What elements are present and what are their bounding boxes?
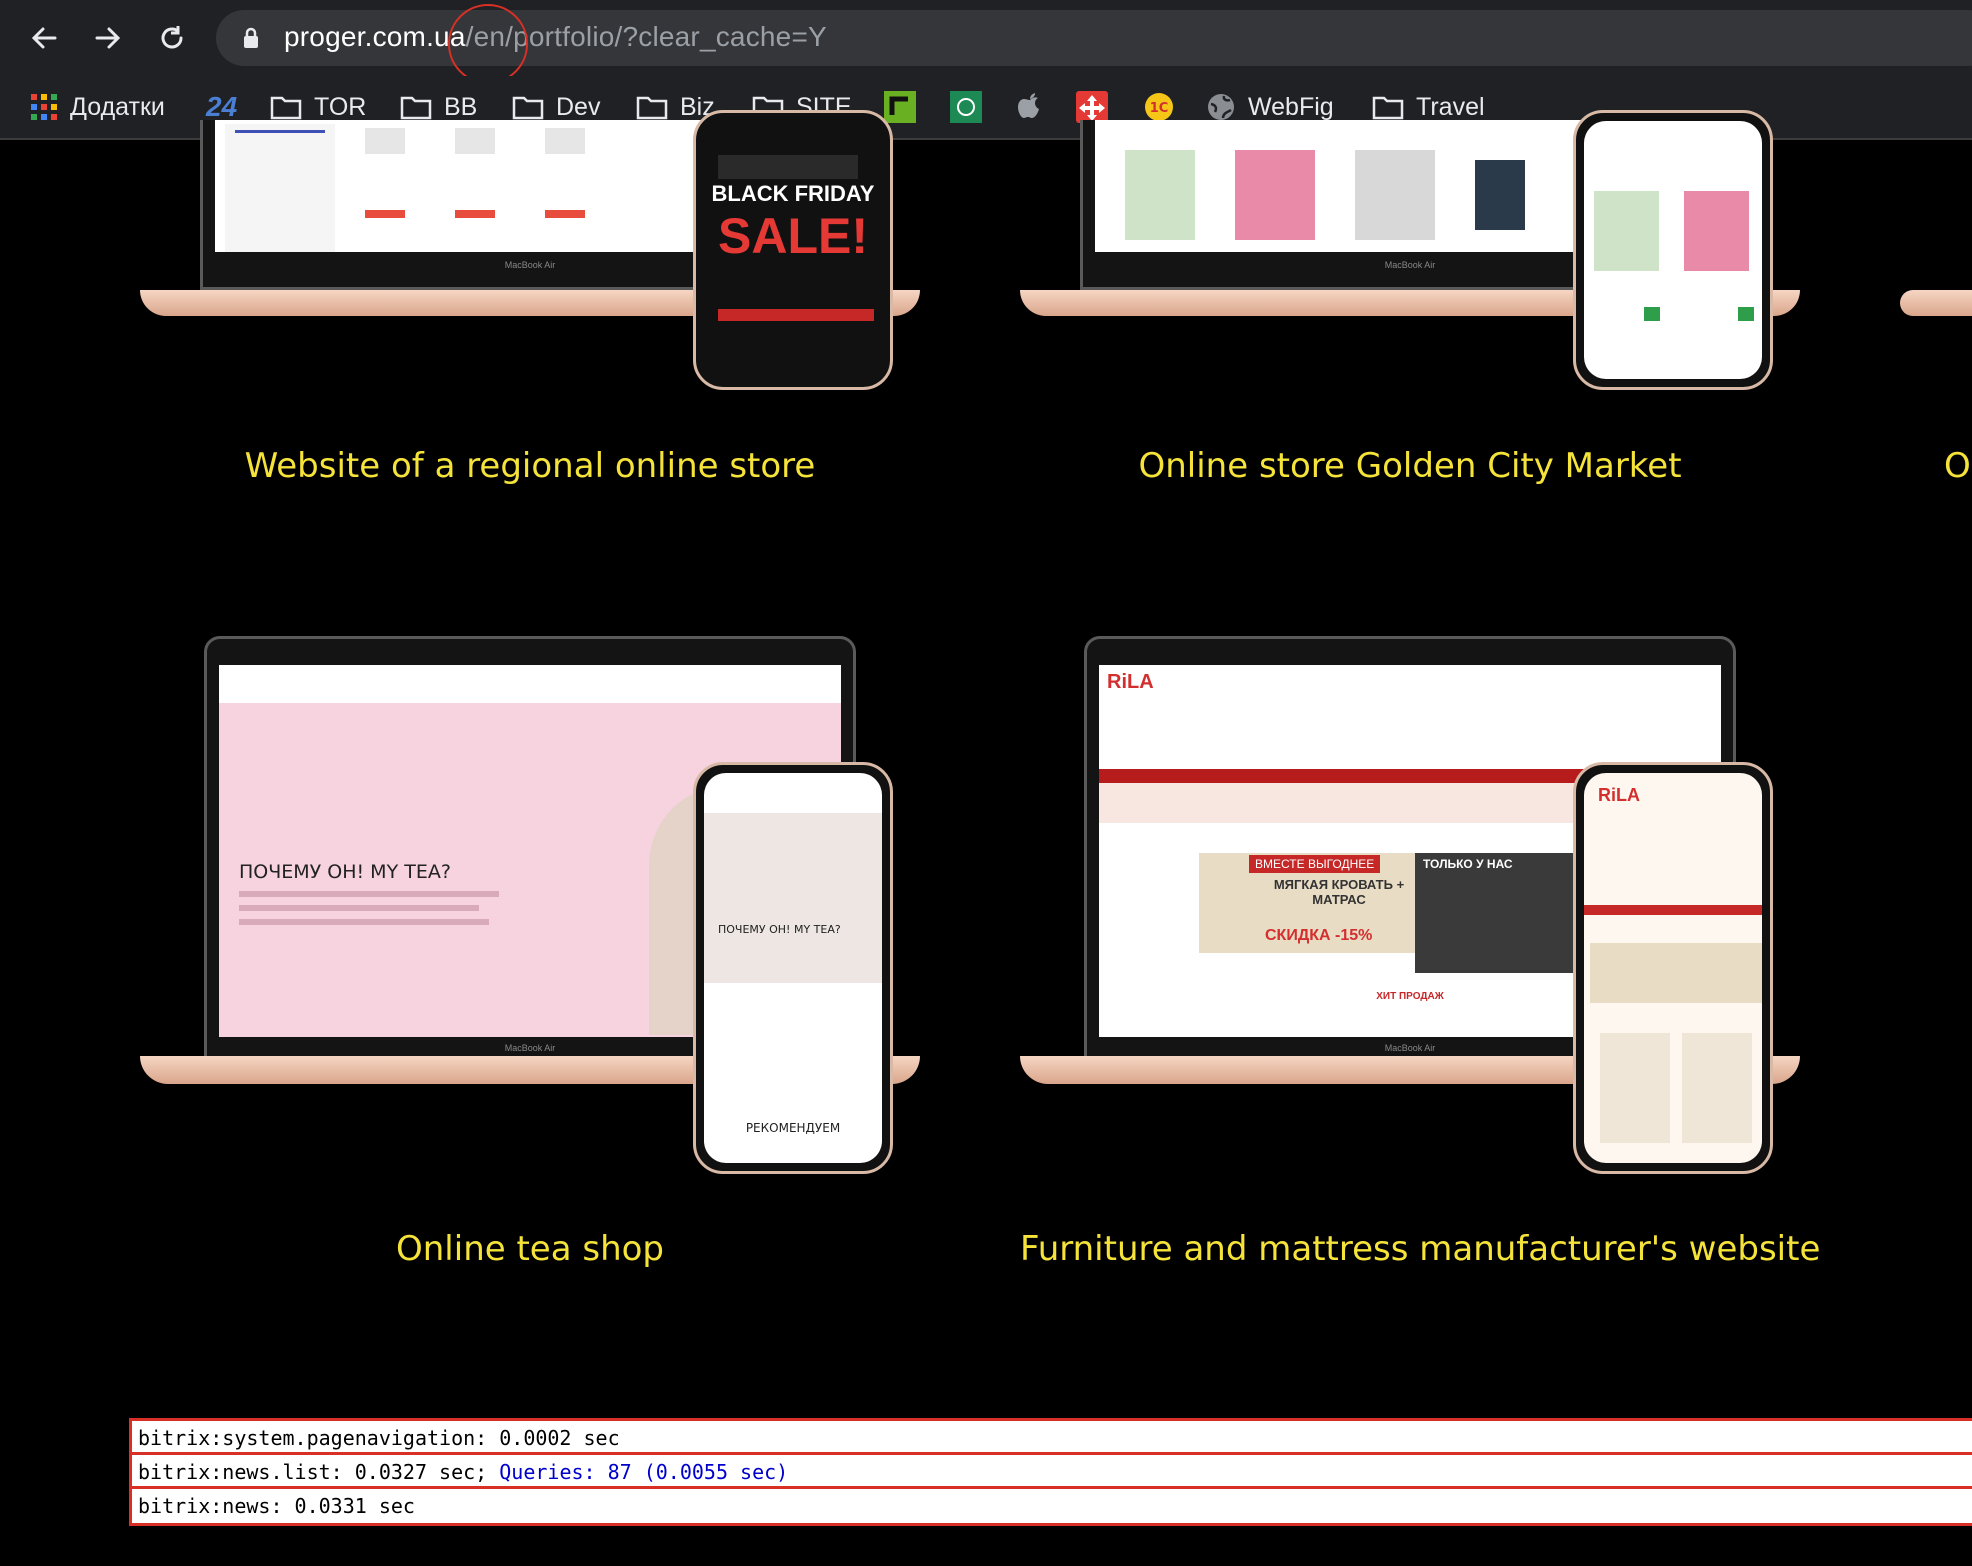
phone-screen: RiLA [1584, 773, 1762, 1163]
rila-banner-c: СКИДКА -15% [1265, 927, 1373, 944]
rila-banner-d: ТОЛЬКО У НАС [1423, 857, 1513, 871]
portfolio-title-5[interactable]: Furniture and mattress manufacturer's we… [1020, 1229, 1820, 1269]
phone-screen: BLACK FRIDAY SALE! [704, 121, 882, 379]
debug-row-news: bitrix:news: 0.0331 sec [138, 1494, 415, 1518]
portfolio-card-4-mockup[interactable]: ПОЧЕМУ ОН! MY TEA? MacBook Air ПОЧЕМУ ОН… [140, 636, 920, 1176]
debug-queries-link[interactable]: Queries: 87 (0.0055 sec) [499, 1460, 788, 1484]
portfolio-title-2[interactable]: Online store Golden City Market [1020, 446, 1800, 486]
bookmark-label: Travel [1416, 92, 1485, 121]
phone-mockup [1573, 110, 1773, 390]
apple-icon [1018, 93, 1039, 118]
url-host: proger.com.ua [284, 21, 466, 52]
bookmark-apps[interactable]: Додатки [30, 88, 165, 126]
1c-icon: 1C [1145, 93, 1173, 121]
folder-icon [636, 96, 668, 120]
portfolio-title-4[interactable]: Online tea shop [140, 1229, 920, 1269]
tea-heading-mobile: ПОЧЕМУ ОН! MY TEA? [718, 923, 841, 936]
bookmark-label: Dev [556, 92, 601, 121]
rila-banner-a: ВМЕСТЕ ВЫГОДНЕЕ [1249, 855, 1381, 873]
bookmark-label: WebFig [1248, 92, 1334, 121]
folder-icon [400, 96, 432, 120]
rila-banner-b: МЯГКАЯ КРОВАТЬ + МАТРАС [1273, 877, 1405, 907]
bookmark-label: Додатки [70, 92, 165, 121]
back-arrow-icon [31, 27, 57, 49]
phone-mockup: RiLA [1573, 762, 1773, 1174]
tea-recommend: РЕКОМЕНДУЕМ [745, 1121, 841, 1135]
rila-brand: RiLA [1107, 671, 1154, 693]
folder-icon [1372, 96, 1404, 120]
24-icon: 24 [206, 91, 238, 122]
debug-row-pagenavigation: bitrix:system.pagenavigation: 0.0002 sec [132, 1421, 1972, 1455]
portfolio-card-5-mockup[interactable]: RiLA ВМЕСТЕ ВЫГОДНЕЕ МЯГКАЯ КРОВАТЬ + МА… [1020, 636, 1800, 1176]
forward-arrow-icon [95, 27, 121, 49]
back-button[interactable] [20, 14, 68, 62]
bookmark-bank[interactable] [950, 88, 982, 126]
phone-mockup: ПОЧЕМУ ОН! MY TEA? РЕКОМЕНДУЕМ [693, 762, 893, 1174]
bitrix-debug-panel: bitrix:system.pagenavigation: 0.0002 sec… [129, 1418, 1972, 1526]
portfolio-card-2-mockup[interactable]: MacBook Air [1020, 110, 1800, 390]
bookmark-apple[interactable] [1016, 88, 1044, 126]
phone-screen: ПОЧЕМУ ОН! MY TEA? РЕКОМЕНДУЕМ [704, 773, 882, 1163]
url-text: proger.com.ua/en/portfolio/?clear_cache=… [284, 21, 827, 53]
sale-big: SALE! [718, 208, 868, 264]
phone-mockup: BLACK FRIDAY SALE! [693, 110, 893, 390]
browser-toolbar: proger.com.ua/en/portfolio/?clear_cache=… [0, 0, 1972, 84]
debug-news-list-timing: bitrix:news.list: 0.0327 sec; [138, 1460, 500, 1484]
address-bar[interactable]: proger.com.ua/en/portfolio/?clear_cache=… [216, 10, 1972, 66]
debug-row-news-list: bitrix:news.list: 0.0327 sec; Queries: 8… [132, 1455, 1972, 1489]
bookmark-green-site[interactable] [884, 88, 916, 126]
lock-icon [244, 27, 258, 48]
tea-heading: ПОЧЕМУ ОН! MY TEA? [239, 861, 451, 883]
globe-icon [1208, 94, 1234, 120]
red-logo-icon [1076, 91, 1108, 123]
forward-button[interactable] [84, 14, 132, 62]
portfolio-card-3-mockup [1900, 290, 1972, 316]
folder-icon [270, 96, 302, 120]
svg-text:1C: 1C [1150, 101, 1169, 116]
rila-brand-mobile: RiLA [1598, 785, 1640, 805]
reload-icon [161, 26, 183, 49]
green-site-icon [884, 91, 916, 123]
reload-button[interactable] [148, 14, 196, 62]
bookmark-label: TOR [314, 92, 367, 121]
portfolio-title-3[interactable]: O [1944, 446, 1971, 486]
bank-icon [950, 91, 982, 123]
bookmark-label: BB [444, 92, 478, 121]
portfolio-card-1-mockup[interactable]: MacBook Air BLACK FRIDAY SALE! [140, 110, 920, 390]
portfolio-title-1[interactable]: Website of a regional online store [140, 446, 920, 486]
apps-grid-icon [31, 94, 57, 120]
phone-screen [1584, 121, 1762, 379]
url-path: /en/portfolio/?clear_cache=Y [465, 21, 827, 52]
sale-title: BLACK FRIDAY [711, 181, 875, 206]
folder-icon [512, 96, 544, 120]
